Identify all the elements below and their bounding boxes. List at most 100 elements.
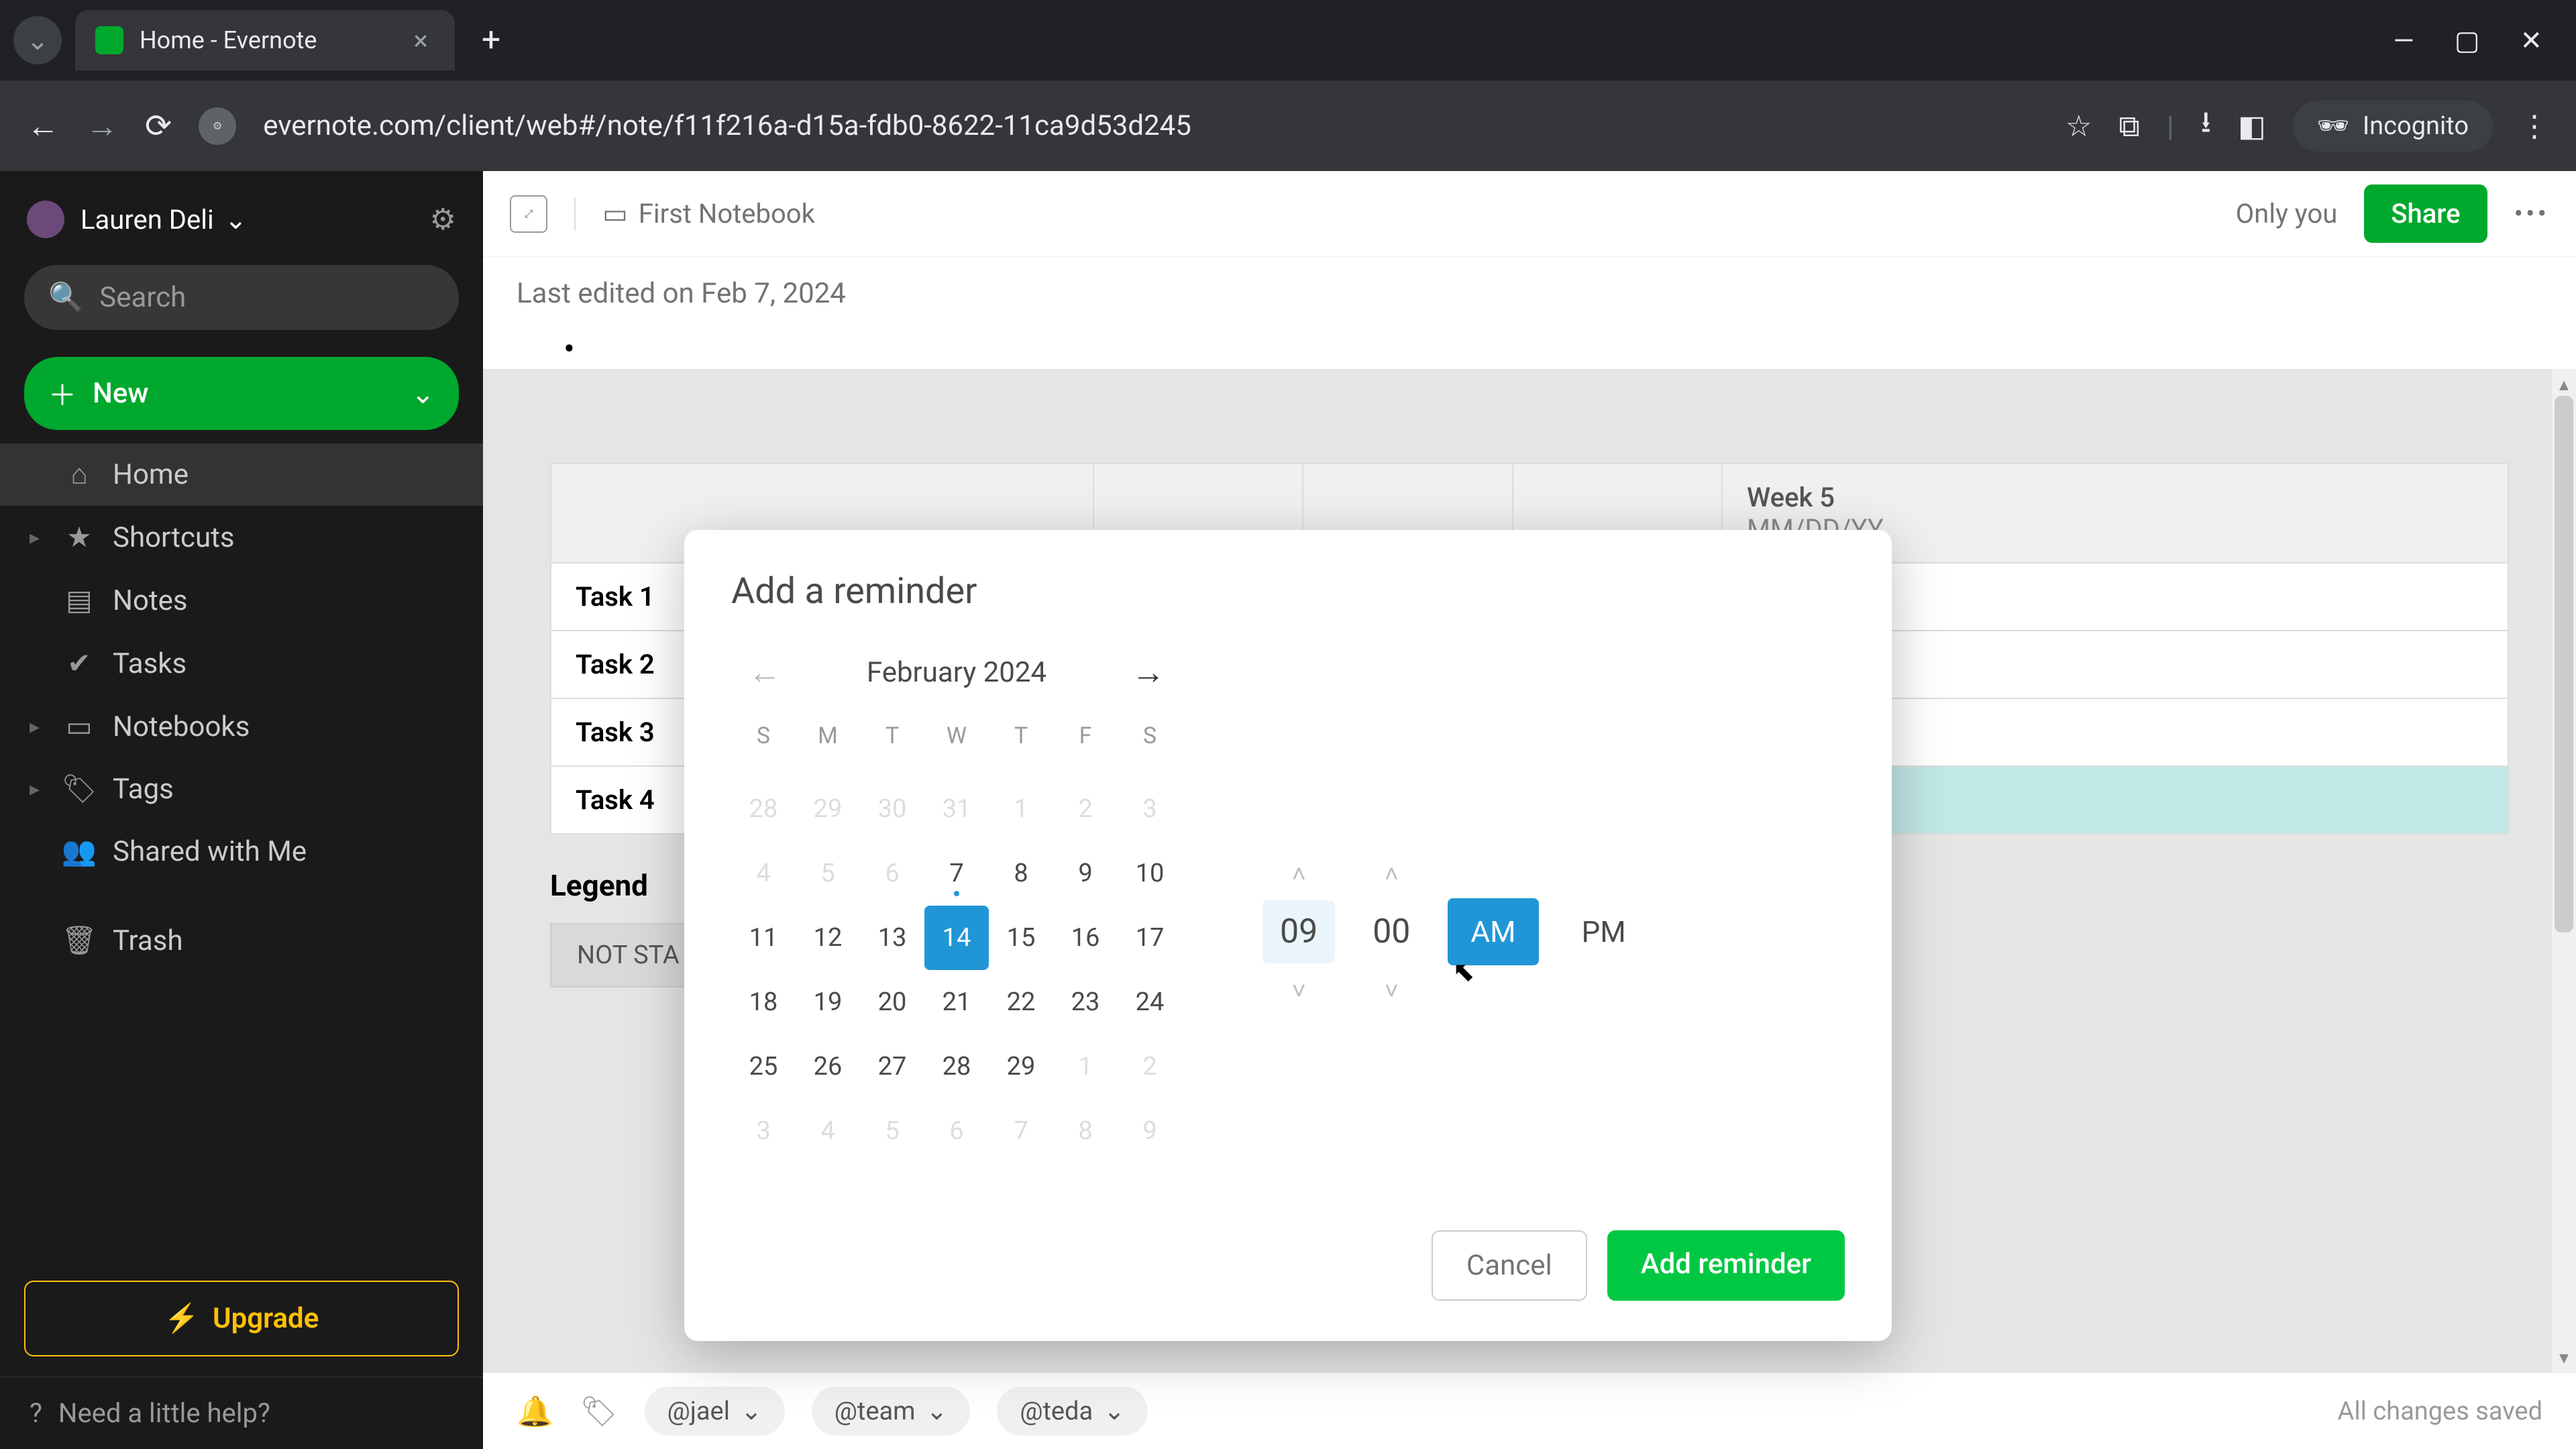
add-tag-icon[interactable]: 🏷 [580,1394,618,1429]
calendar-day[interactable]: 4 [796,1099,860,1163]
calendar-day[interactable]: 9 [1053,841,1118,906]
expand-icon[interactable]: ▸ [30,526,46,549]
share-button[interactable]: Share [2364,184,2487,243]
cancel-button[interactable]: Cancel [1432,1230,1587,1301]
calendar-day[interactable]: 28 [924,1034,989,1099]
calendar-day[interactable]: 3 [1118,777,1182,841]
close-tab-icon[interactable]: × [413,25,427,56]
visibility-label[interactable]: Only you [2236,198,2338,229]
sidebar-item-home[interactable]: ⌂Home [0,443,483,506]
scrollbar-thumb[interactable] [2555,396,2573,932]
hour-up-icon[interactable]: ˄ [1292,860,1306,887]
expand-icon[interactable]: ▸ [30,777,46,801]
settings-gear-icon[interactable]: ⚙ [430,202,456,237]
new-button[interactable]: ＋ New ⌄ [24,357,459,430]
reminder-bell-icon[interactable]: 🔔 [517,1394,553,1429]
sidebar-item-shortcuts[interactable]: ▸★Shortcuts [0,506,483,569]
calendar-day[interactable]: 15 [989,906,1053,970]
calendar-day[interactable]: 22 [989,970,1053,1034]
help-button[interactable]: ? Need a little help? [0,1377,483,1449]
minute-up-icon[interactable]: ˄ [1385,860,1399,887]
calendar-day[interactable]: 27 [860,1034,924,1099]
add-reminder-button[interactable]: Add reminder [1607,1230,1845,1301]
calendar-day[interactable]: 19 [796,970,860,1034]
account-menu[interactable]: Lauren Deli⌄ ⚙ [0,187,483,252]
expand-note-button[interactable]: ⤢ [510,195,547,233]
calendar-day[interactable]: 24 [1118,970,1182,1034]
calendar-day[interactable]: 7 [989,1099,1053,1163]
mention-chip[interactable]: @jael⌄ [645,1387,785,1436]
minimize-icon[interactable]: — [2393,25,2414,56]
calendar-day[interactable]: 1 [989,777,1053,841]
hour-value[interactable]: 09 [1263,900,1335,963]
calendar-day[interactable]: 28 [731,777,796,841]
calendar-day[interactable]: 16 [1053,906,1118,970]
bookmark-star-icon[interactable]: ☆ [2065,109,2092,144]
calendar-day[interactable]: 6 [860,841,924,906]
calendar-day[interactable]: 2 [1053,777,1118,841]
maximize-icon[interactable]: ▢ [2455,25,2480,56]
back-button[interactable]: ← [27,107,59,145]
calendar-day[interactable]: 17 [1118,906,1182,970]
tab-search-button[interactable]: ⌄ [13,16,62,64]
calendar-day[interactable]: 4 [731,841,796,906]
scroll-up-icon[interactable]: ▴ [2552,373,2576,395]
notebook-link[interactable]: ▭ First Notebook [602,198,815,229]
calendar-day[interactable]: 13 [860,906,924,970]
more-menu-icon[interactable]: ••• [2514,198,2550,229]
calendar-day[interactable]: 20 [860,970,924,1034]
calendar-day[interactable]: 1 [1053,1034,1118,1099]
hour-down-icon[interactable]: ˅ [1292,977,1306,1004]
calendar-day[interactable]: 23 [1053,970,1118,1034]
search-input[interactable]: 🔍 Search [24,265,459,330]
calendar-day[interactable]: 25 [731,1034,796,1099]
browser-menu-icon[interactable]: ⋮ [2520,109,2549,144]
sidebar-item-shared[interactable]: 👥Shared with Me [0,820,483,883]
am-button[interactable]: AM [1448,898,1538,965]
sidebar-item-notebooks[interactable]: ▸▭Notebooks [0,695,483,758]
extensions-icon[interactable]: ⧉ [2118,109,2139,144]
sidepanel-icon[interactable]: ◧ [2238,109,2266,144]
calendar-day[interactable]: 14 [924,906,989,970]
calendar-day[interactable]: 21 [924,970,989,1034]
site-info-icon[interactable]: ⚙ [199,107,236,145]
minute-down-icon[interactable]: ˅ [1385,977,1399,1004]
calendar-day[interactable]: 11 [731,906,796,970]
downloads-icon[interactable]: ⭳ [2201,101,2211,151]
sidebar-item-tags[interactable]: ▸🏷Tags [0,758,483,820]
calendar-day[interactable]: 3 [731,1099,796,1163]
calendar-day[interactable]: 12 [796,906,860,970]
calendar-day[interactable]: 6 [924,1099,989,1163]
calendar-day[interactable]: 8 [989,841,1053,906]
pm-button[interactable]: PM [1559,898,1649,965]
new-tab-button[interactable]: + [482,21,500,60]
calendar-day[interactable]: 5 [796,841,860,906]
calendar-day[interactable]: 29 [989,1034,1053,1099]
calendar-day[interactable]: 8 [1053,1099,1118,1163]
calendar-day[interactable]: 5 [860,1099,924,1163]
calendar-day[interactable]: 30 [860,777,924,841]
next-month-button[interactable]: → [1128,653,1169,692]
prev-month-button[interactable]: ← [745,653,785,692]
scrollbar[interactable]: ▴ ▾ [2552,369,2576,1373]
calendar-day[interactable]: 7 [924,841,989,906]
sidebar-item-trash[interactable]: 🗑Trash [0,910,483,972]
calendar-day[interactable]: 29 [796,777,860,841]
mention-chip[interactable]: @teda⌄ [997,1387,1148,1436]
calendar-day[interactable]: 9 [1118,1099,1182,1163]
sidebar-item-notes[interactable]: ▤Notes [0,569,483,632]
calendar-day[interactable]: 10 [1118,841,1182,906]
reload-button[interactable]: ⟳ [145,107,172,145]
scroll-down-icon[interactable]: ▾ [2552,1346,2576,1368]
sidebar-item-tasks[interactable]: ✔Tasks [0,632,483,695]
mention-chip[interactable]: @team⌄ [812,1387,971,1436]
minute-value[interactable]: 00 [1355,900,1428,963]
close-window-icon[interactable]: ✕ [2520,25,2542,56]
incognito-badge[interactable]: 🕶 Incognito [2293,101,2493,152]
calendar-day[interactable]: 26 [796,1034,860,1099]
calendar-day[interactable]: 18 [731,970,796,1034]
url-text[interactable]: evernote.com/client/web#/note/f11f216a-d… [263,109,2039,142]
browser-tab[interactable]: Home - Evernote × [75,10,455,70]
upgrade-button[interactable]: ⚡ Upgrade [24,1281,459,1356]
expand-icon[interactable]: ▸ [30,715,46,739]
